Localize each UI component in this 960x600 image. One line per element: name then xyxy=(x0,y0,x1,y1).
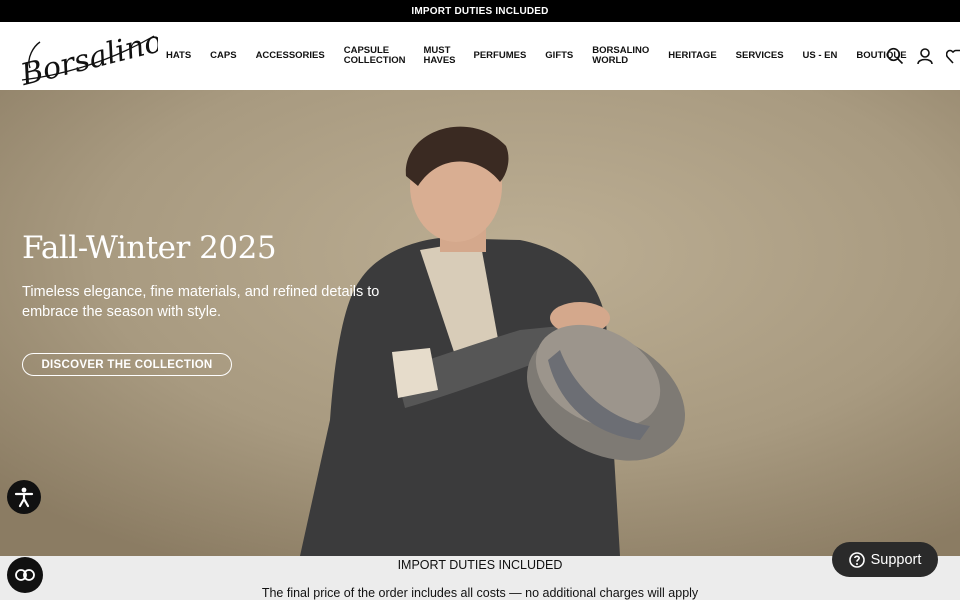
nav-item-locale[interactable]: US - EN xyxy=(803,51,838,61)
nav-item-heritage[interactable]: HERITAGE xyxy=(668,51,716,61)
svg-text:Borsalino: Borsalino xyxy=(16,28,158,86)
nav-item-accessories[interactable]: ACCESSORIES xyxy=(256,51,325,61)
support-label: Support xyxy=(870,551,922,568)
announcement-text: IMPORT DUTIES INCLUDED xyxy=(411,5,549,17)
hero-banner: Fall-Winter 2025 Timeless elegance, fine… xyxy=(0,90,960,556)
user-icon[interactable] xyxy=(916,47,934,65)
nav-item-caps[interactable]: CAPS xyxy=(210,51,236,61)
nav-item-borsalino-world[interactable]: BORSALINO WORLD xyxy=(592,46,649,66)
borsalino-logo[interactable]: Borsalino xyxy=(16,28,158,86)
accessibility-button[interactable] xyxy=(7,480,41,514)
hero-title: Fall-Winter 2025 xyxy=(22,230,277,266)
nav-item-hats[interactable]: HATS xyxy=(166,51,191,61)
hero-subtitle: Timeless elegance, fine materials, and r… xyxy=(22,284,380,320)
accessibility-icon xyxy=(14,487,34,508)
help-icon xyxy=(848,551,865,568)
privacy-settings-button[interactable] xyxy=(7,557,43,593)
wishlist-icon[interactable] xyxy=(946,47,960,65)
discover-collection-button[interactable]: DISCOVER THE COLLECTION xyxy=(22,353,232,376)
header-icons xyxy=(886,22,960,90)
notice-title: IMPORT DUTIES INCLUDED xyxy=(397,558,563,572)
nav-item-capsule-collection[interactable]: CAPSULE COLLECTION xyxy=(344,46,406,66)
nav-item-services[interactable]: SERVICES xyxy=(736,51,784,61)
hero-image xyxy=(0,90,960,556)
nav-item-perfumes[interactable]: PERFUMES xyxy=(474,51,527,61)
support-button[interactable]: Support xyxy=(832,542,938,577)
nav-item-gifts[interactable]: GIFTS xyxy=(545,51,573,61)
import-duties-notice: IMPORT DUTIES INCLUDED The final price o… xyxy=(0,556,960,600)
search-icon[interactable] xyxy=(886,47,904,65)
notice-text: The final price of the order includes al… xyxy=(261,586,699,600)
privacy-icon xyxy=(15,569,35,581)
site-header: Borsalino HATS CAPS ACCESSORIES CAPSULE … xyxy=(0,22,960,90)
main-nav: HATS CAPS ACCESSORIES CAPSULE COLLECTION… xyxy=(166,22,907,90)
nav-item-must-haves[interactable]: MUST HAVES xyxy=(423,46,455,66)
announcement-bar: IMPORT DUTIES INCLUDED xyxy=(0,0,960,22)
